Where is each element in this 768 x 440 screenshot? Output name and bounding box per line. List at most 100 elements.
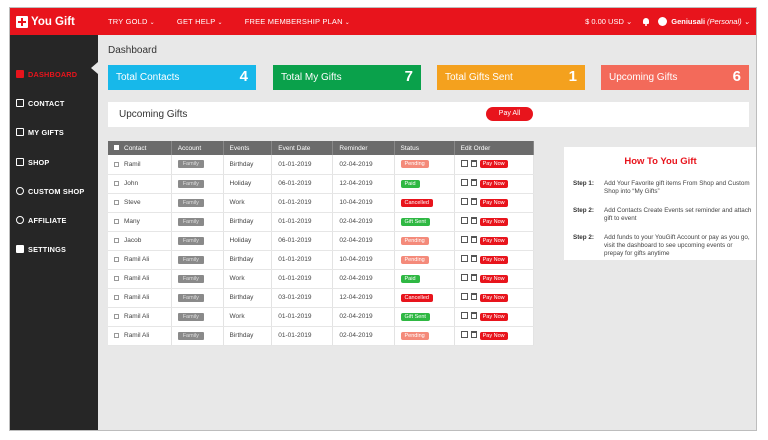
sidebar-item-my-gifts[interactable]: MY GIFTS <box>16 125 98 139</box>
cell-status: Paid <box>394 174 455 194</box>
card-upcoming-gifts[interactable]: Upcoming Gifts 6 <box>601 65 749 90</box>
trash-icon[interactable] <box>470 217 477 225</box>
row-checkbox[interactable] <box>114 313 119 319</box>
row-checkbox[interactable] <box>114 161 119 167</box>
pay-now-button[interactable]: Pay Now <box>479 198 508 207</box>
table-row[interactable]: John Family Holiday 06-01-2019 12-04-2019 Pai… <box>108 174 535 194</box>
contact-name[interactable]: Many <box>124 218 140 225</box>
col-reminder[interactable]: Reminder <box>332 141 395 155</box>
cell-event-date: 06-01-2019 <box>271 174 334 194</box>
row-checkbox[interactable] <box>114 237 119 243</box>
select-all-checkbox[interactable] <box>114 145 119 151</box>
edit-icon[interactable] <box>460 293 468 301</box>
sidebar-item-custom-shop[interactable]: CUSTOM SHOP <box>16 184 98 198</box>
trash-icon[interactable] <box>470 198 477 206</box>
contact-name[interactable]: Ramil Ali <box>124 313 149 320</box>
edit-icon[interactable] <box>460 312 468 320</box>
account-badge: Family <box>177 198 204 207</box>
chevron-down-icon: ⌄ <box>149 20 155 26</box>
col-events[interactable]: Events <box>223 141 273 155</box>
pay-now-button[interactable]: Pay Now <box>479 274 508 283</box>
sidebar-item-shop[interactable]: SHOP <box>16 155 98 169</box>
table-row[interactable]: Ramil Ali Family Work 01-01-2019 02-04-2019 G… <box>108 307 535 327</box>
pay-now-button[interactable]: Pay Now <box>479 236 508 245</box>
col-event-date[interactable]: Event Date <box>271 141 334 155</box>
contact-name[interactable]: Ramil Ali <box>124 275 149 282</box>
page-title: Dashboard <box>108 45 157 56</box>
table-row[interactable]: Ramil Ali Family Birthday 03-01-2019 12-04-2… <box>108 288 535 308</box>
sidebar-item-dashboard[interactable]: DASHBOARD <box>16 67 98 81</box>
trash-icon[interactable] <box>470 274 477 282</box>
edit-icon[interactable] <box>460 217 468 225</box>
upcoming-gifts-table: Contact Account Events Event Date Remind… <box>108 141 535 346</box>
contact-name[interactable]: Ramil Ali <box>124 332 149 339</box>
cell-status: Pending <box>394 155 455 175</box>
table-row[interactable]: Ramil Family Birthday 01-01-2019 02-04-2019 P… <box>108 155 535 175</box>
table-row[interactable]: Ramil Ali Family Birthday 01-01-2019 02-04-2… <box>108 326 535 346</box>
trash-icon[interactable] <box>470 179 477 187</box>
pay-now-button[interactable]: Pay Now <box>479 160 508 169</box>
pay-now-button[interactable]: Pay Now <box>479 179 508 188</box>
contact-name[interactable]: Steve <box>124 199 141 206</box>
contact-name[interactable]: John <box>124 180 138 187</box>
edit-icon[interactable] <box>460 274 468 282</box>
row-checkbox[interactable] <box>114 332 119 338</box>
user-avatar-icon[interactable] <box>658 17 668 26</box>
col-contact[interactable]: Contact <box>108 141 172 155</box>
sidebar-item-settings[interactable]: SETTINGS <box>16 242 98 256</box>
card-total-my-gifts[interactable]: Total My Gifts 7 <box>273 65 421 90</box>
trash-icon[interactable] <box>470 331 477 339</box>
row-checkbox[interactable] <box>114 199 119 205</box>
table-row[interactable]: Ramil Ali Family Birthday 01-01-2019 10-04-2… <box>108 250 535 270</box>
table-row[interactable]: Jacob Family Holiday 06-01-2019 02-04-2019 Pe… <box>108 231 535 251</box>
pay-now-button[interactable]: Pay Now <box>479 331 508 340</box>
edit-icon[interactable] <box>460 255 468 263</box>
logo[interactable]: You Gift <box>10 15 108 28</box>
edit-icon[interactable] <box>460 160 468 168</box>
contact-name[interactable]: Ramil <box>124 161 141 168</box>
trash-icon[interactable] <box>470 255 477 263</box>
pay-now-button[interactable]: Pay Now <box>479 312 508 321</box>
user-type-dropdown[interactable]: (Personal) ⌄ <box>707 17 750 26</box>
row-checkbox[interactable] <box>114 218 119 224</box>
nav-try-gold[interactable]: TRY GOLD ⌄ <box>108 17 155 26</box>
edit-icon[interactable] <box>460 236 468 244</box>
row-checkbox[interactable] <box>114 294 119 300</box>
table-row[interactable]: Steve Family Work 01-01-2019 10-04-2019 Cance… <box>108 193 535 213</box>
user-name[interactable]: Geniusali <box>671 17 705 26</box>
pay-now-button[interactable]: Pay Now <box>479 293 508 302</box>
nav-free-membership[interactable]: FREE MEMBERSHIP PLAN ⌄ <box>245 17 350 26</box>
trash-icon[interactable] <box>470 160 477 168</box>
cell-event: Birthday <box>223 288 273 308</box>
sidebar-item-contact[interactable]: CONTACT <box>16 96 98 110</box>
col-status[interactable]: Status <box>394 141 455 155</box>
trash-icon[interactable] <box>470 293 477 301</box>
table-row[interactable]: Ramil Ali Family Work 01-01-2019 02-04-2019 P… <box>108 269 535 289</box>
trash-icon[interactable] <box>470 312 477 320</box>
row-checkbox[interactable] <box>114 275 119 281</box>
edit-icon[interactable] <box>460 198 468 206</box>
pay-now-button[interactable]: Pay Now <box>479 255 508 264</box>
gift-icon <box>16 128 24 136</box>
bell-icon[interactable] <box>642 17 650 26</box>
edit-icon[interactable] <box>460 179 468 187</box>
row-checkbox[interactable] <box>114 180 119 186</box>
col-account[interactable]: Account <box>171 141 224 155</box>
card-total-contacts[interactable]: Total Contacts 4 <box>108 65 256 90</box>
trash-icon[interactable] <box>470 236 477 244</box>
cell-event-date: 01-01-2019 <box>271 269 334 289</box>
contact-name[interactable]: Ramil Ali <box>124 256 149 263</box>
contact-name[interactable]: Jacob <box>124 237 141 244</box>
nav-get-help[interactable]: GET HELP ⌄ <box>177 17 223 26</box>
table-row[interactable]: Many Family Birthday 01-01-2019 02-04-2019 Gi… <box>108 212 535 232</box>
sidebar-item-affiliate[interactable]: AFFILIATE <box>16 213 98 227</box>
row-checkbox[interactable] <box>114 256 119 262</box>
status-badge: Cancelled <box>400 293 433 302</box>
balance-dropdown[interactable]: $ 0.00 USD ⌄ <box>585 17 632 26</box>
card-total-gifts-sent[interactable]: Total Gifts Sent 1 <box>437 65 585 90</box>
cell-status: Gift Sent <box>394 307 455 327</box>
pay-all-button[interactable]: Pay All <box>486 107 533 121</box>
edit-icon[interactable] <box>460 331 468 339</box>
pay-now-button[interactable]: Pay Now <box>479 217 508 226</box>
contact-name[interactable]: Ramil Ali <box>124 294 149 301</box>
